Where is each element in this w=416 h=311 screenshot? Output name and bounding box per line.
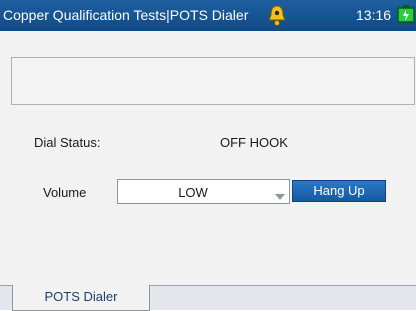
hang-up-button[interactable]: Hang Up [292,180,386,202]
chevron-down-icon [275,189,285,200]
tab-strip: POTS Dialer [0,285,416,311]
volume-label: Volume [43,185,87,200]
app-title: Copper Qualification Tests|POTS Dialer [3,7,249,23]
clock: 13:16 [356,7,392,23]
title-bar: Copper Qualification Tests|POTS Dialer 1… [0,0,416,31]
dial-status-value: OFF HOOK [220,135,288,150]
dial-status-label: Dial Status: [34,135,101,150]
main-panel: Dial Status: OFF HOOK Volume LOW Hang Up [0,31,416,285]
dial-display-box [11,57,415,105]
volume-dropdown[interactable]: LOW [117,179,290,204]
tab-pots-dialer[interactable]: POTS Dialer [12,285,150,311]
battery-icon [397,5,416,25]
volume-value: LOW [178,185,208,200]
alarm-bell-icon[interactable] [267,3,287,27]
